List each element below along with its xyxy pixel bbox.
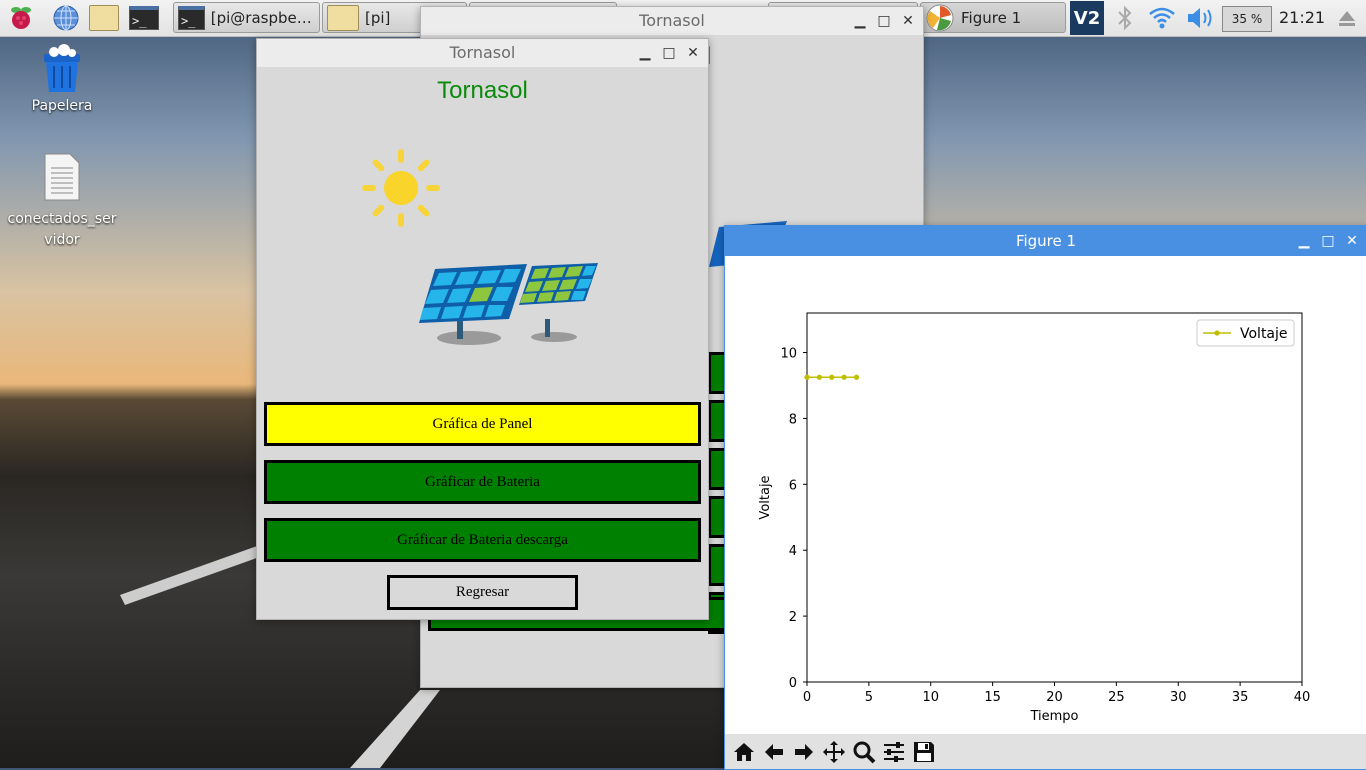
app-title: Tornasol (437, 77, 528, 104)
navigation-toolbar (725, 734, 1366, 769)
x-tick-label: 5 (865, 690, 873, 705)
task-label: [pi] (365, 8, 391, 27)
window-title: Figure 1 (1015, 232, 1077, 250)
data-point (816, 374, 822, 380)
title-bar[interactable]: Tornasol ▁ □ ✕ (421, 7, 923, 35)
graficar-bateria-descarga-button[interactable]: Gráficar de Bateria descarga (264, 518, 701, 562)
y-tick-label: 8 (789, 412, 797, 427)
folder-icon (327, 4, 359, 31)
x-axis-label: Tiempo (1029, 709, 1078, 724)
graficar-bateria-button[interactable]: Gráficar de Bateria (264, 460, 701, 504)
eject-icon[interactable] (1332, 3, 1362, 33)
forward-icon[interactable] (789, 737, 819, 767)
trash-icon (44, 44, 80, 92)
data-point (841, 374, 847, 380)
bluetooth-icon[interactable] (1110, 3, 1140, 33)
x-tick-label: 35 (1232, 690, 1249, 705)
maximize-icon[interactable]: □ (877, 7, 891, 35)
close-icon[interactable]: ✕ (901, 7, 915, 35)
file-manager-icon[interactable] (89, 3, 119, 33)
window-controls: ▁ □ ✕ (853, 7, 915, 35)
y-axis-label: Voltaje (758, 475, 773, 519)
sun-icon (362, 149, 440, 227)
cpu-monitor: 35 % (1222, 6, 1272, 32)
figure-window[interactable]: Figure 1 ▁ □ ✕ 0 5 10 15 20 25 30 35 40 0 2 4 6 8 10 Ti… (724, 225, 1366, 770)
wifi-icon[interactable] (1147, 3, 1177, 33)
vnc-icon[interactable]: V2 (1070, 1, 1104, 35)
button-label: Gráfica de Panel (432, 415, 533, 432)
data-point (853, 374, 860, 380)
save-icon[interactable] (909, 737, 939, 767)
minimize-icon[interactable]: ▁ (638, 39, 652, 67)
text-file-icon (44, 153, 80, 201)
back-icon[interactable] (759, 737, 789, 767)
data-point (829, 374, 835, 380)
y-tick-label: 10 (780, 347, 797, 362)
regresar-button[interactable]: Regresar (387, 575, 578, 610)
y-tick-label: 4 (789, 544, 797, 559)
pan-icon[interactable] (819, 737, 849, 767)
x-tick-label: 25 (1108, 690, 1125, 705)
title-bar[interactable]: Tornasol ▁ □ ✕ (257, 39, 708, 67)
zoom-icon[interactable] (849, 737, 879, 767)
grafica-panel-button[interactable]: Gráfica de Panel (264, 402, 701, 446)
minimize-icon[interactable]: ▁ (1297, 226, 1311, 256)
desktop-icon-label: conectados_servidor (7, 211, 117, 248)
task-terminal[interactable]: >_ [pi@raspberry... (173, 2, 320, 33)
desktop-icon-label: Papelera (31, 98, 93, 114)
terminal-icon: >_ (178, 5, 205, 30)
task-figure[interactable]: Figure 1 (920, 2, 1066, 33)
volume-icon[interactable] (1185, 3, 1215, 33)
configure-icon[interactable] (879, 737, 909, 767)
matplotlib-icon (926, 4, 954, 31)
cpu-value: 35 % (1231, 12, 1263, 26)
button-label: Regresar (455, 584, 510, 600)
button-label: Gráficar de Bateria (425, 473, 540, 490)
terminal-icon[interactable]: >_ (129, 3, 159, 33)
legend-label: Voltaje (1240, 326, 1288, 342)
close-icon[interactable]: ✕ (1345, 226, 1359, 256)
solar-panels-icon (419, 263, 598, 345)
desktop-icon-file[interactable]: conectados_servidor (7, 152, 117, 251)
raspberry-menu-icon[interactable] (6, 3, 36, 33)
plot-frame (806, 312, 1303, 683)
clock[interactable]: 21:21 (1279, 8, 1325, 27)
x-tick-label: 10 (922, 690, 939, 705)
window-title: Tornasol (449, 43, 516, 62)
task-label: [pi@raspberry... (210, 8, 315, 27)
x-tick-label: 0 (803, 690, 811, 705)
x-tick-label: 30 (1170, 690, 1187, 705)
plot-canvas[interactable]: 0 5 10 15 20 25 30 35 40 0 2 4 6 8 10 Tiempo Voltaje Volt… (725, 256, 1365, 732)
task-label: Figure 1 (961, 8, 1022, 27)
close-icon[interactable]: ✕ (686, 39, 700, 67)
minimize-icon[interactable]: ▁ (853, 7, 867, 35)
y-tick-label: 0 (789, 676, 797, 691)
home-icon[interactable] (729, 737, 759, 767)
window-controls: ▁ □ ✕ (1297, 226, 1359, 256)
desktop-icon-trash[interactable]: Papelera (7, 44, 117, 114)
x-tick-label: 20 (1046, 690, 1063, 705)
y-tick-label: 2 (789, 610, 797, 625)
window-controls: ▁ □ ✕ (638, 39, 700, 67)
maximize-icon[interactable]: □ (1321, 226, 1335, 256)
tornasol-window[interactable]: Tornasol ▁ □ ✕ Tornasol Gráfica de Panel… (256, 38, 709, 620)
x-tick-label: 15 (984, 690, 1001, 705)
maximize-icon[interactable]: □ (662, 39, 676, 67)
y-tick-label: 6 (789, 478, 797, 493)
legend-marker (1214, 330, 1220, 336)
web-browser-icon[interactable] (51, 3, 81, 33)
x-tick-label: 40 (1294, 690, 1311, 705)
title-bar[interactable]: Figure 1 ▁ □ ✕ (725, 226, 1366, 256)
data-point (804, 374, 810, 380)
button-label: Gráficar de Bateria descarga (397, 531, 568, 548)
window-title: Tornasol (639, 11, 705, 30)
